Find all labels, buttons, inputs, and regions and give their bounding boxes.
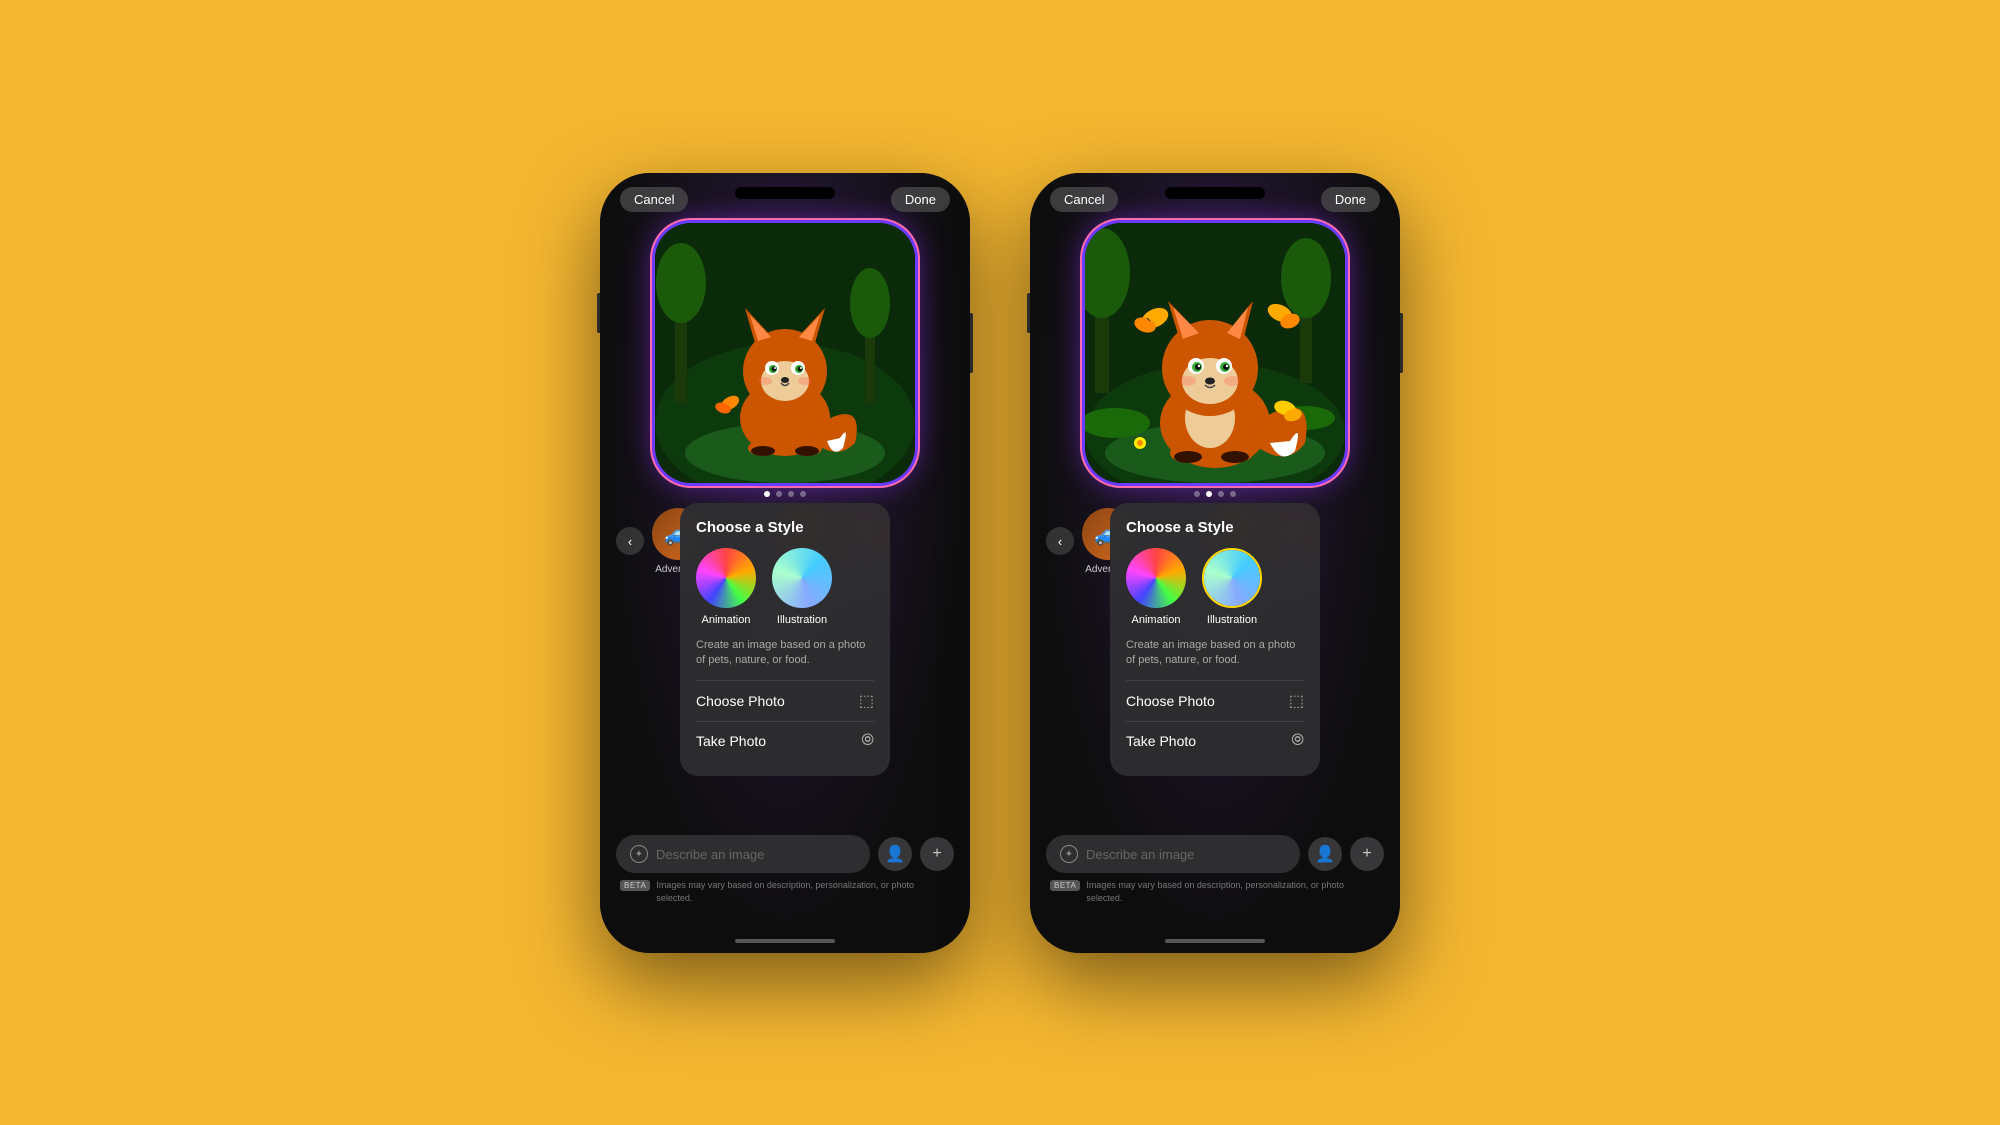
take-photo-option-right[interactable]: Take Photo ⦾ — [1126, 721, 1304, 760]
side-button-right — [970, 313, 973, 373]
animation-gradient-left — [696, 548, 756, 608]
phone-right-body: Cancel Done — [1030, 173, 1400, 953]
illustration-circle-left — [772, 548, 832, 608]
pagination-dots-left — [764, 491, 806, 497]
pagination-dots-right — [1194, 491, 1236, 497]
dot-3 — [788, 491, 794, 497]
choose-photo-icon-left: ⬚ — [859, 691, 874, 711]
take-photo-label-left: Take Photo — [696, 733, 766, 749]
take-photo-label-right: Take Photo — [1126, 733, 1196, 749]
cancel-button-left[interactable]: Cancel — [620, 187, 688, 212]
popup-style-illustration-right[interactable]: Illustration — [1202, 548, 1262, 626]
describe-input-left[interactable]: ✦ Describe an image — [616, 835, 870, 873]
beta-tag-right: BETA — [1050, 880, 1080, 891]
sparkle-icon-right: ✦ — [1060, 845, 1078, 863]
bottom-bar-left: ✦ Describe an image 👤 + BETA Images may … — [600, 835, 970, 904]
popup-desc-right: Create an image based on a photo of pets… — [1126, 638, 1304, 669]
home-indicator-left — [735, 939, 835, 943]
beta-text-left: Images may vary based on description, pe… — [656, 879, 950, 904]
input-row-right: ✦ Describe an image 👤 + — [1046, 835, 1384, 873]
choose-photo-option-left[interactable]: Choose Photo ⬚ — [696, 680, 874, 721]
dot-4 — [800, 491, 806, 497]
beta-text-right: Images may vary based on description, pe… — [1086, 879, 1380, 904]
animation-label-left: Animation — [702, 614, 751, 626]
illustration-gradient-left — [772, 548, 832, 608]
top-bar-left: Cancel Done — [600, 187, 970, 212]
illustration-circle-right — [1202, 548, 1262, 608]
sparkle-icon-left: ✦ — [630, 845, 648, 863]
take-photo-icon-left: ⦾ — [861, 732, 874, 750]
illustration-label-left: Illustration — [777, 614, 827, 626]
describe-placeholder-left: Describe an image — [656, 847, 764, 862]
beta-notice-left: BETA Images may vary based on descriptio… — [616, 879, 954, 904]
fox-svg-right — [1085, 223, 1345, 483]
person-button-left[interactable]: 👤 — [878, 837, 912, 871]
input-row-left: ✦ Describe an image 👤 + — [616, 835, 954, 873]
popup-style-illustration-left[interactable]: Illustration — [772, 548, 832, 626]
popup-desc-left: Create an image based on a photo of pets… — [696, 638, 874, 669]
describe-input-right[interactable]: ✦ Describe an image — [1046, 835, 1300, 873]
animation-gradient-right — [1126, 548, 1186, 608]
popup-title-right: Choose a Style — [1126, 519, 1304, 536]
done-button-left[interactable]: Done — [891, 187, 950, 212]
popup-style-animation-left[interactable]: Animation — [696, 548, 756, 626]
phone-right: Cancel Done — [1030, 173, 1400, 953]
animation-circle-right — [1126, 548, 1186, 608]
animation-label-right: Animation — [1132, 614, 1181, 626]
fox-illustration-right — [1085, 223, 1345, 483]
fox-illustration-left — [655, 223, 915, 483]
dot-r4 — [1230, 491, 1236, 497]
choose-photo-label-right: Choose Photo — [1126, 693, 1215, 709]
animation-circle-left — [696, 548, 756, 608]
dot-r2 — [1206, 491, 1212, 497]
illustration-gradient-right — [1204, 550, 1260, 606]
take-photo-option-left[interactable]: Take Photo ⦾ — [696, 721, 874, 760]
person-button-right[interactable]: 👤 — [1308, 837, 1342, 871]
nav-arrow-left-left[interactable]: ‹ — [616, 527, 644, 555]
style-popup-left: Choose a Style Animation Illustration Cr… — [680, 503, 890, 777]
dot-1 — [764, 491, 770, 497]
cancel-button-right[interactable]: Cancel — [1050, 187, 1118, 212]
style-popup-right: Choose a Style Animation Illustration Cr… — [1110, 503, 1320, 777]
beta-notice-right: BETA Images may vary based on descriptio… — [1046, 879, 1384, 904]
plus-button-right[interactable]: + — [1350, 837, 1384, 871]
top-bar-right: Cancel Done — [1030, 187, 1400, 212]
fox-svg-left — [655, 223, 915, 483]
side-button-right-right — [1400, 313, 1403, 373]
illustration-label-right: Illustration — [1207, 614, 1257, 626]
choose-photo-label-left: Choose Photo — [696, 693, 785, 709]
popup-title-left: Choose a Style — [696, 519, 874, 536]
dot-r1 — [1194, 491, 1200, 497]
take-photo-icon-right: ⦾ — [1291, 732, 1304, 750]
plus-button-left[interactable]: + — [920, 837, 954, 871]
phone-left-body: Cancel Done — [600, 173, 970, 953]
nav-arrow-left-right[interactable]: ‹ — [1046, 527, 1074, 555]
popup-styles-right: Animation Illustration — [1126, 548, 1304, 626]
dot-2 — [776, 491, 782, 497]
home-indicator-right — [1165, 939, 1265, 943]
beta-tag-left: BETA — [620, 880, 650, 891]
dot-r3 — [1218, 491, 1224, 497]
popup-style-animation-right[interactable]: Animation — [1126, 548, 1186, 626]
choose-photo-icon-right: ⬚ — [1289, 691, 1304, 711]
phone-left: Cancel Done — [600, 173, 970, 953]
popup-styles-left: Animation Illustration — [696, 548, 874, 626]
bottom-bar-right: ✦ Describe an image 👤 + BETA Images may … — [1030, 835, 1400, 904]
fox-image-left — [655, 223, 915, 483]
describe-placeholder-right: Describe an image — [1086, 847, 1194, 862]
done-button-right[interactable]: Done — [1321, 187, 1380, 212]
choose-photo-option-right[interactable]: Choose Photo ⬚ — [1126, 680, 1304, 721]
fox-image-right — [1085, 223, 1345, 483]
